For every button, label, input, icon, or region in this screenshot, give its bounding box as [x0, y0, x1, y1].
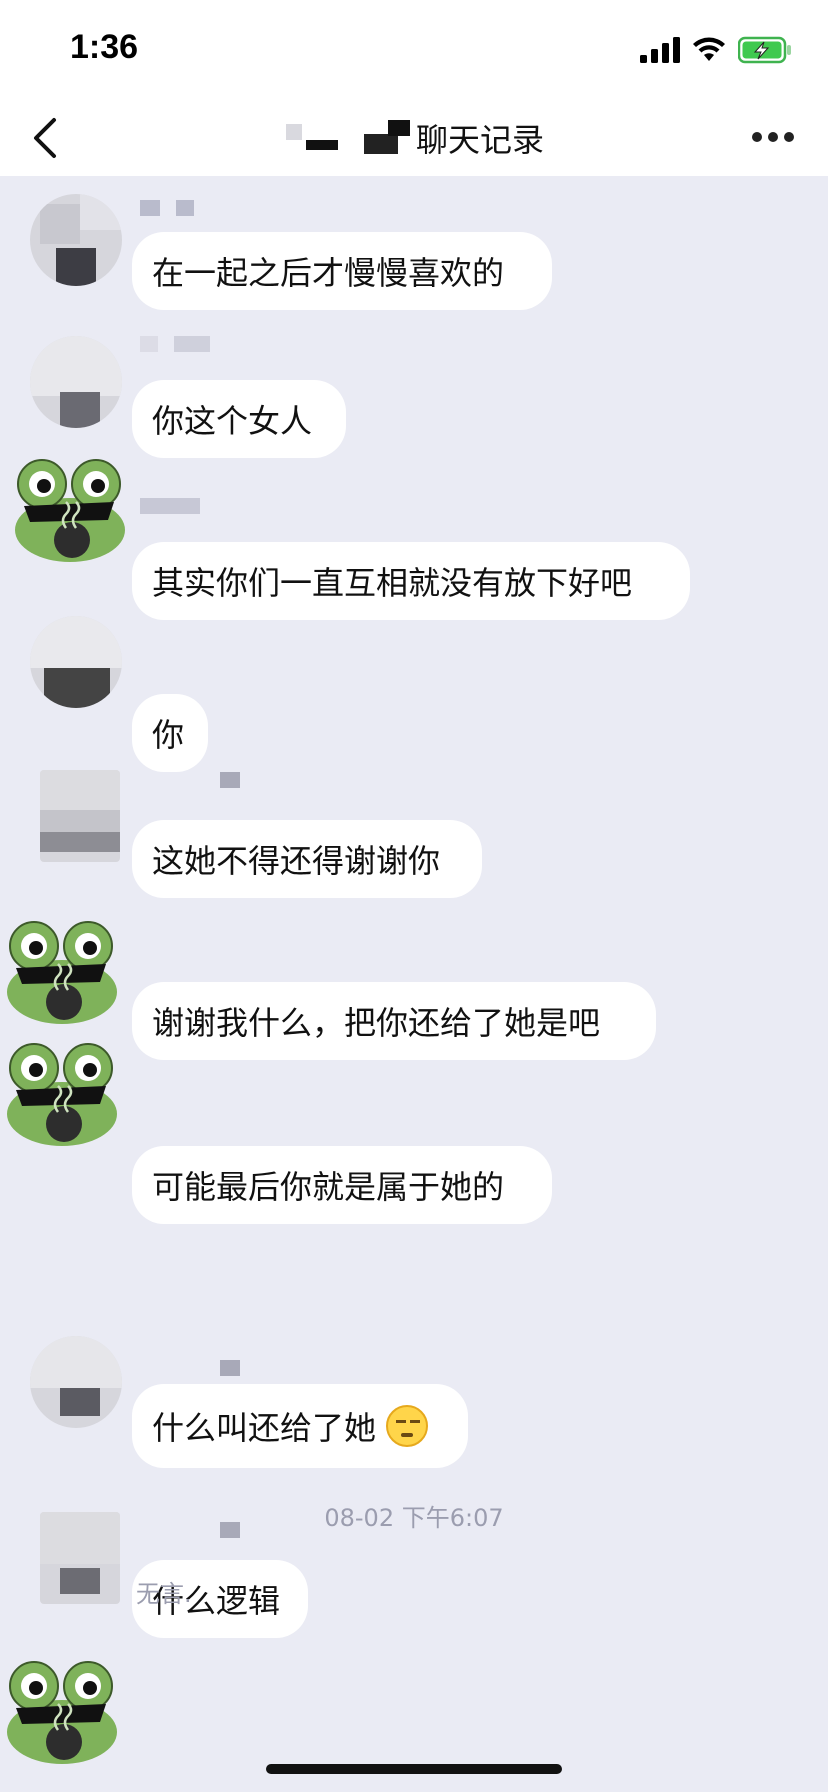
message-timestamp: 08-02 下午6:07 — [324, 1504, 504, 1532]
message-text: 其实你们一直互相就没有放下好吧 — [152, 564, 633, 602]
message-text: 可能最后你就是属于她的 — [152, 1168, 505, 1206]
dot-icon — [768, 132, 778, 142]
dot-icon — [752, 132, 762, 142]
home-indicator[interactable] — [266, 1764, 562, 1774]
battery-charging-icon — [738, 36, 791, 64]
avatar[interactable] — [40, 770, 120, 862]
message-bubble[interactable]: 可能最后你就是属于她的 — [132, 1146, 552, 1224]
sweat-face-emoji-icon — [386, 1405, 429, 1447]
sender-name-redacted — [140, 200, 194, 216]
avatar[interactable] — [30, 616, 122, 708]
censored-name — [284, 118, 412, 158]
more-options-button[interactable] — [752, 122, 800, 152]
frog-avatar-icon[interactable] — [2, 920, 124, 1026]
sender-name-redacted — [220, 772, 240, 788]
message-text: 你这个女人 — [152, 402, 313, 440]
sender-name-redacted — [140, 336, 210, 352]
avatar[interactable] — [30, 194, 122, 286]
avatar[interactable] — [30, 336, 122, 428]
partial-message-text: 无言. — [136, 1580, 192, 1608]
message-bubble[interactable]: 其实你们一直互相就没有放下好吧 — [132, 542, 690, 620]
wifi-icon — [693, 37, 725, 61]
message-bubble[interactable]: 这她不得还得谢谢你 — [132, 820, 482, 898]
frog-avatar-icon[interactable] — [2, 1660, 124, 1766]
status-bar: 1:36 — [0, 0, 828, 100]
message-text: 在一起之后才慢慢喜欢的 — [152, 254, 505, 292]
message-bubble[interactable]: 什么叫还给了她 — [132, 1384, 468, 1468]
dot-icon — [784, 132, 794, 142]
status-icons — [640, 36, 792, 64]
page-title: 聊天记录 — [415, 121, 544, 159]
frog-avatar-icon[interactable] — [10, 458, 132, 564]
message-text: 谢谢我什么，把你还给了她是吧 — [152, 1004, 601, 1042]
sender-name-redacted — [220, 1360, 240, 1376]
message-text: 你 — [152, 716, 185, 754]
message-bubble[interactable]: 在一起之后才慢慢喜欢的 — [132, 232, 552, 310]
sender-name-redacted — [140, 498, 200, 514]
nav-title-wrap: 聊天记录 — [0, 100, 828, 176]
frog-avatar-icon[interactable] — [2, 1042, 124, 1148]
chat-area[interactable]: 在一起之后才慢慢喜欢的 你这个女人 其实你们一直互相就没有放下好吧 你 这她不得… — [0, 176, 828, 1792]
message-bubble[interactable]: 你 — [132, 694, 208, 772]
nav-bar: 聊天记录 — [0, 100, 828, 176]
message-text: 什么叫还给了她 — [152, 1409, 377, 1447]
cellular-signal-icon — [640, 37, 680, 63]
status-time: 1:36 — [70, 28, 139, 66]
avatar[interactable] — [30, 1336, 122, 1428]
message-text: 这她不得还得谢谢你 — [152, 842, 441, 880]
message-bubble[interactable]: 你这个女人 — [132, 380, 346, 458]
message-bubble[interactable]: 谢谢我什么，把你还给了她是吧 — [132, 982, 656, 1060]
